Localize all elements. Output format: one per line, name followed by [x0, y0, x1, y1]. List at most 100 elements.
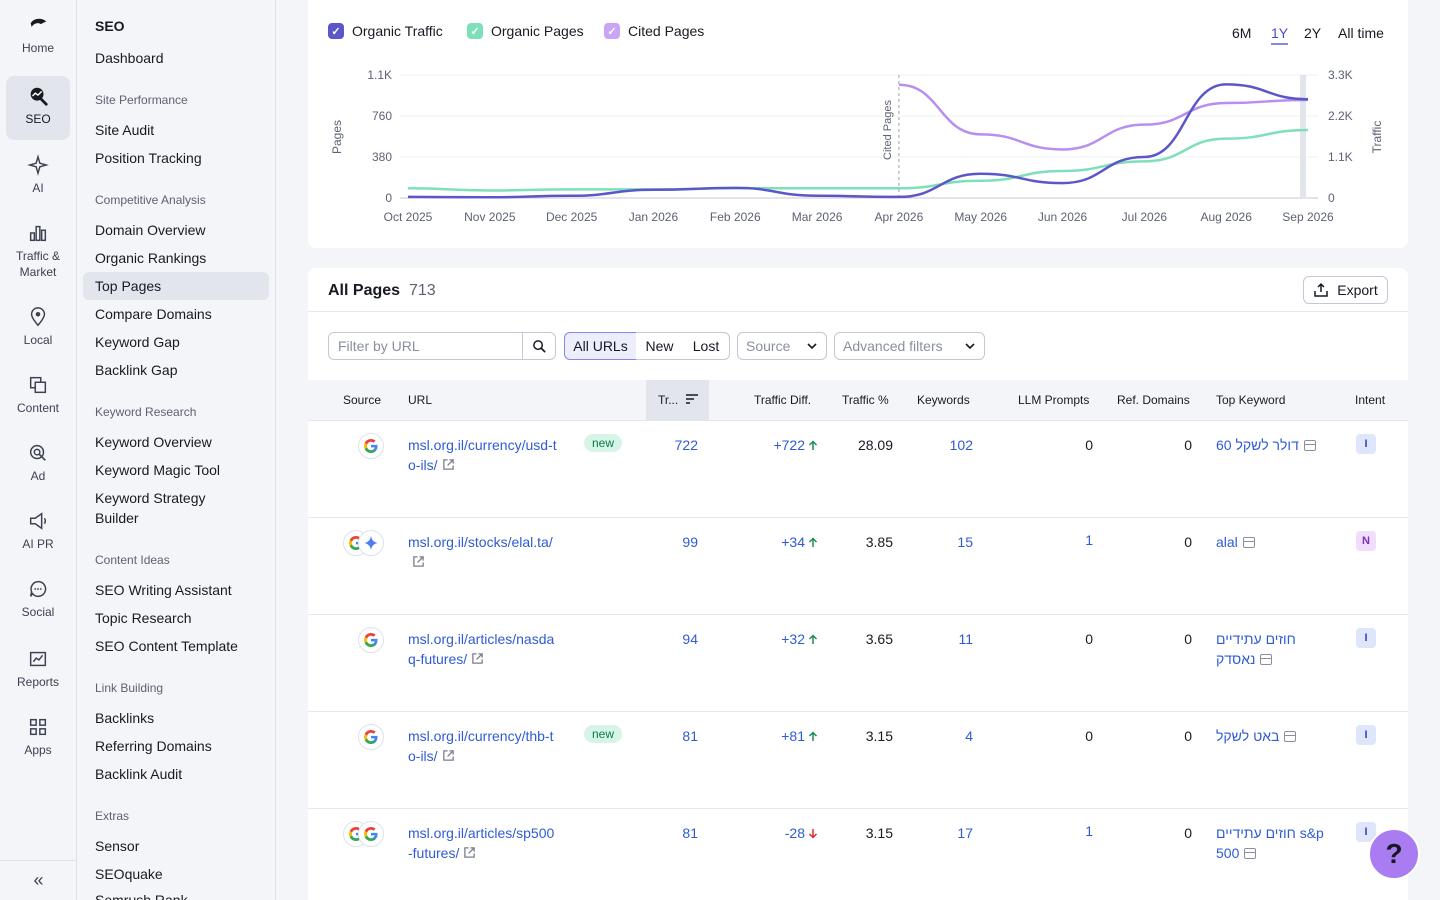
rail-seo[interactable]: SEO — [6, 76, 70, 140]
advanced-filters-dropdown[interactable]: Advanced filters — [834, 332, 985, 360]
external-link-icon[interactable] — [442, 458, 455, 471]
top-keyword-link[interactable]: alal — [1216, 532, 1326, 552]
page-url-link[interactable]: msl.org.il/currency/thb-to-ils/ — [408, 726, 558, 766]
rail-traffic[interactable]: Traffic & Market — [6, 222, 70, 282]
subnav-item-organic-rankings[interactable]: Organic Rankings — [83, 244, 269, 272]
x-tick-label: Jan 2026 — [629, 210, 679, 224]
series-line-organic-traffic — [407, 83, 1309, 199]
search-button[interactable] — [522, 332, 556, 360]
col-top-keyword[interactable]: Top Keyword — [1216, 393, 1285, 407]
rail-social[interactable]: Social — [6, 578, 70, 624]
segment-new[interactable]: New — [636, 332, 684, 360]
subnav-item-referring-domains[interactable]: Referring Domains — [83, 732, 269, 760]
llm-prompts-count[interactable]: 1 — [1028, 821, 1093, 841]
rail-ai-pr[interactable]: AI PR — [6, 510, 70, 556]
rail-ai[interactable]: AI — [6, 154, 70, 200]
page-url-link[interactable]: msl.org.il/currency/usd-to-ils/ — [408, 435, 558, 475]
col-traffic[interactable]: Tr... — [658, 393, 698, 407]
subnav-item-keyword-magic-tool[interactable]: Keyword Magic Tool — [83, 456, 269, 484]
top-keyword-link[interactable]: חוזים עתידיים נאסדק — [1216, 629, 1326, 669]
apps-icon — [29, 718, 47, 736]
col-intent[interactable]: Intent — [1355, 393, 1385, 407]
filter-by-url-input[interactable] — [328, 332, 523, 360]
traffic-value[interactable]: 722 — [648, 435, 698, 455]
col-source[interactable]: Source — [343, 393, 381, 407]
top-keyword-link[interactable]: 60 דולר לשקל — [1216, 435, 1326, 455]
col-llm-prompts[interactable]: LLM Prompts — [1018, 393, 1089, 407]
col-keywords[interactable]: Keywords — [917, 393, 970, 407]
subnav-item-seoquake[interactable]: SEOquake — [83, 860, 269, 888]
intent-badge: I — [1356, 725, 1376, 745]
keywords-count[interactable]: 11 — [918, 629, 973, 649]
collapse-sidebar-button[interactable]: « — [0, 860, 77, 900]
subnav-item-domain-overview[interactable]: Domain Overview — [83, 216, 269, 244]
new-badge: new — [584, 434, 623, 452]
table-card-header: All Pages 713 Export — [308, 268, 1408, 312]
subnav-item-site-audit[interactable]: Site Audit — [83, 116, 269, 144]
table-row: msl.org.il/articles/nasdaq-futures/94 +32… — [308, 615, 1408, 712]
ai-icon — [27, 154, 49, 176]
rail-local[interactable]: Local — [6, 306, 70, 352]
top-keyword-link[interactable]: חוזים עתידיים s&p 500 — [1216, 823, 1326, 863]
google-source-icon — [358, 821, 384, 847]
gemini-source-icon — [358, 530, 384, 556]
subnav-item-backlink-gap[interactable]: Backlink Gap — [83, 356, 269, 384]
x-tick-label: Feb 2026 — [710, 210, 761, 224]
subnav-item-seo-content-template[interactable]: SEO Content Template — [83, 632, 269, 660]
col-url[interactable]: URL — [408, 393, 432, 407]
arrow-up-icon — [808, 440, 818, 450]
external-link-icon[interactable] — [442, 749, 455, 762]
help-button[interactable]: ? — [1368, 828, 1420, 880]
traffic-value[interactable]: 81 — [648, 726, 698, 746]
keywords-count[interactable]: 102 — [918, 435, 973, 455]
page-url-link[interactable]: msl.org.il/articles/nasdaq-futures/ — [408, 629, 558, 669]
content-icon — [29, 376, 47, 394]
segment-lost[interactable]: Lost — [683, 332, 730, 360]
subnav-item-semrush-rank[interactable]: Semrush Rank — [83, 886, 269, 900]
subnav-item-backlink-audit[interactable]: Backlink Audit — [83, 760, 269, 788]
intent-badge: I — [1356, 434, 1376, 454]
keywords-count[interactable]: 15 — [918, 532, 973, 552]
subnav-item-keyword-overview[interactable]: Keyword Overview — [83, 428, 269, 456]
subnav-item-compare-domains[interactable]: Compare Domains — [83, 300, 269, 328]
subnav-item-dashboard[interactable]: Dashboard — [83, 44, 269, 72]
subnav-item-topic-research[interactable]: Topic Research — [83, 604, 269, 632]
col-ref-domains[interactable]: Ref. Domains — [1117, 393, 1190, 407]
traffic-value[interactable]: 94 — [648, 629, 698, 649]
page-url-link[interactable]: msl.org.il/stocks/elal.ta/ — [408, 532, 558, 572]
traffic-value[interactable]: 81 — [648, 823, 698, 843]
top-keyword-link[interactable]: באט לשקל — [1216, 726, 1326, 746]
subnav-item-keyword-strategy-builder[interactable]: Keyword Strategy Builder — [83, 486, 233, 530]
subnav-group-keyword-research: Keyword Research — [95, 405, 197, 419]
subnav-item-sensor[interactable]: Sensor — [83, 832, 269, 860]
export-button[interactable]: Export — [1303, 276, 1388, 304]
col-traffic-diff[interactable]: Traffic Diff. — [754, 393, 811, 407]
x-tick-label: May 2026 — [954, 210, 1007, 224]
traffic-value[interactable]: 99 — [648, 532, 698, 552]
serp-features-icon — [1242, 537, 1255, 548]
keywords-count[interactable]: 4 — [918, 726, 973, 746]
rail-content[interactable]: Content — [6, 374, 70, 420]
y-axis-title: Pages — [330, 120, 344, 154]
rail-apps[interactable]: Apps — [6, 716, 70, 762]
subnav-item-keyword-gap[interactable]: Keyword Gap — [83, 328, 269, 356]
subnav-item-top-pages[interactable]: Top Pages — [83, 272, 269, 300]
x-tick-label: Jun 2026 — [1038, 210, 1088, 224]
rail-reports[interactable]: Reports — [6, 648, 70, 694]
external-link-icon[interactable] — [412, 555, 425, 568]
page-url-link[interactable]: msl.org.il/articles/sp500-futures/ — [408, 823, 558, 863]
subnav-item-seo-writing-assistant[interactable]: SEO Writing Assistant — [83, 576, 269, 604]
keywords-count[interactable]: 17 — [918, 823, 973, 843]
source-dropdown[interactable]: Source — [737, 332, 827, 360]
rail-ad[interactable]: Ad — [6, 442, 70, 488]
export-icon — [1314, 282, 1329, 297]
rail-home[interactable]: Home — [6, 14, 70, 64]
google-source-icon — [358, 627, 384, 653]
subnav-item-position-tracking[interactable]: Position Tracking — [83, 144, 269, 172]
subnav-item-backlinks[interactable]: Backlinks — [83, 704, 269, 732]
col-traffic-pct[interactable]: Traffic % — [842, 393, 889, 407]
external-link-icon[interactable] — [471, 652, 484, 665]
external-link-icon[interactable] — [463, 846, 476, 859]
llm-prompts-count[interactable]: 1 — [1028, 530, 1093, 550]
segment-all-urls[interactable]: All URLs — [564, 332, 637, 360]
